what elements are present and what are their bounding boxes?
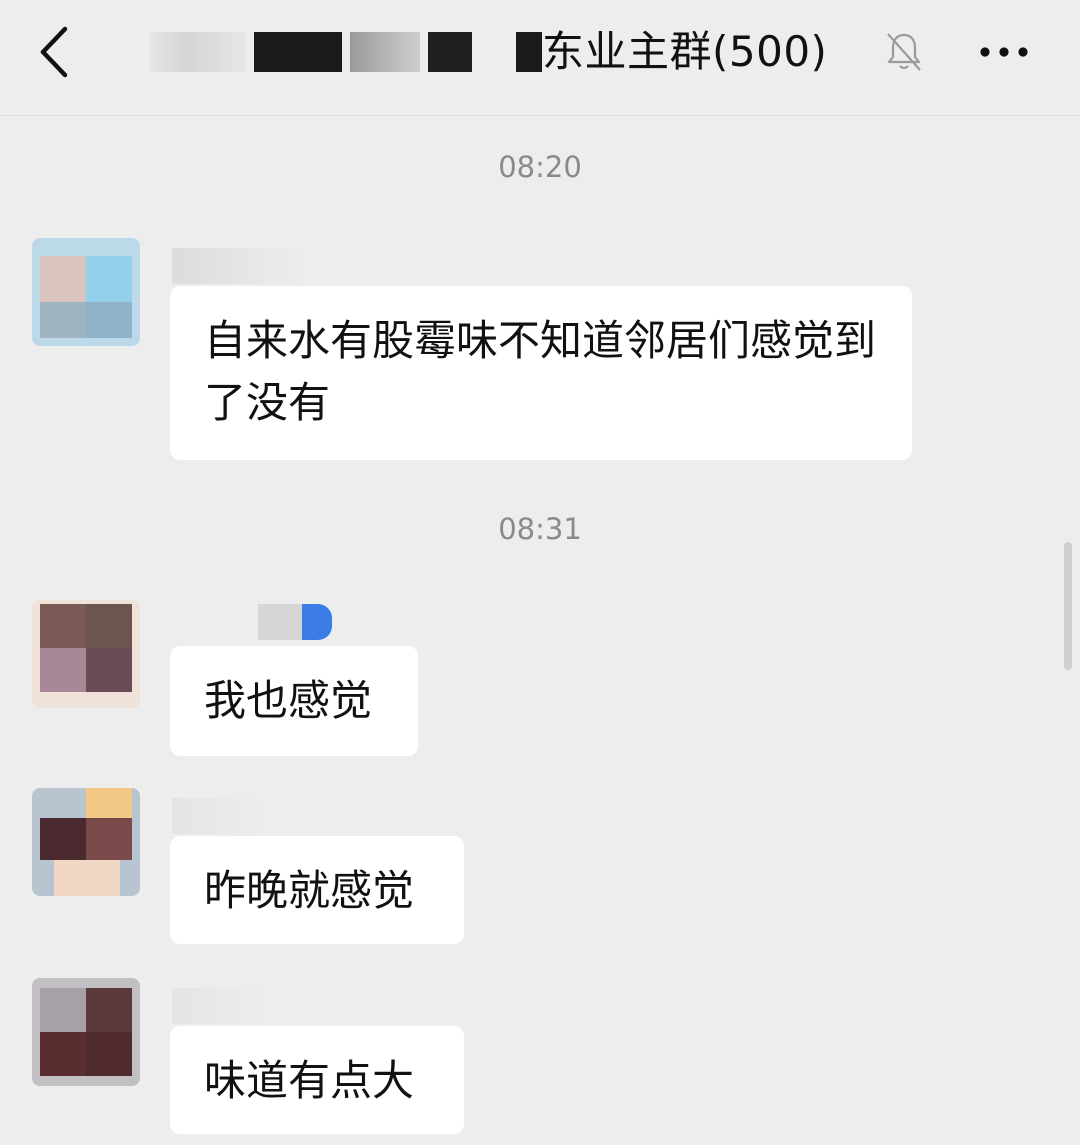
message-timestamp: 08:31 <box>498 512 582 546</box>
redacted-name-part <box>150 32 246 72</box>
back-button[interactable] <box>22 18 86 86</box>
redacted-sender-name <box>172 798 262 834</box>
bell-muted-icon <box>887 33 921 71</box>
chat-window: 东业主群(500) 08:20 自来水有股霉味不知道邻居们感觉到了没有 08:3… <box>0 0 1080 1145</box>
group-title-text: 东业主群(500) <box>542 27 828 76</box>
message-text: 味道有点大 <box>204 1056 415 1105</box>
redacted-name-part <box>428 32 472 72</box>
message-bubble[interactable]: 自来水有股霉味不知道邻居们感觉到了没有 <box>170 286 912 460</box>
avatar[interactable] <box>32 978 140 1086</box>
message-text: 自来水有股霉味不知道邻居们感觉到了没有 <box>204 316 877 427</box>
message-bubble[interactable]: 味道有点大 <box>170 1026 464 1134</box>
message-bubble[interactable]: 我也感觉 <box>170 646 418 756</box>
redacted-name-part <box>254 32 342 72</box>
message-timestamp: 08:20 <box>498 150 582 184</box>
chevron-left-icon <box>40 26 68 78</box>
redacted-sender-name <box>172 248 302 284</box>
message-bubble[interactable]: 昨晚就感觉 <box>170 836 464 944</box>
avatar[interactable] <box>32 788 140 896</box>
scrollbar[interactable] <box>1064 542 1072 670</box>
redacted-sender-name <box>258 604 302 640</box>
redacted-name-part <box>350 32 420 72</box>
more-options-button[interactable] <box>970 22 1038 82</box>
chat-header: 东业主群(500) <box>0 0 1080 116</box>
more-dots-icon <box>980 47 1028 57</box>
avatar[interactable] <box>32 600 140 708</box>
message-text: 昨晚就感觉 <box>204 866 415 915</box>
avatar[interactable] <box>32 238 140 346</box>
redacted-sender-name <box>302 604 332 640</box>
message-text: 我也感觉 <box>204 676 373 725</box>
redacted-name-part <box>516 32 542 72</box>
redacted-sender-name <box>172 988 262 1024</box>
group-title[interactable]: 东业主群(500) <box>150 20 827 84</box>
